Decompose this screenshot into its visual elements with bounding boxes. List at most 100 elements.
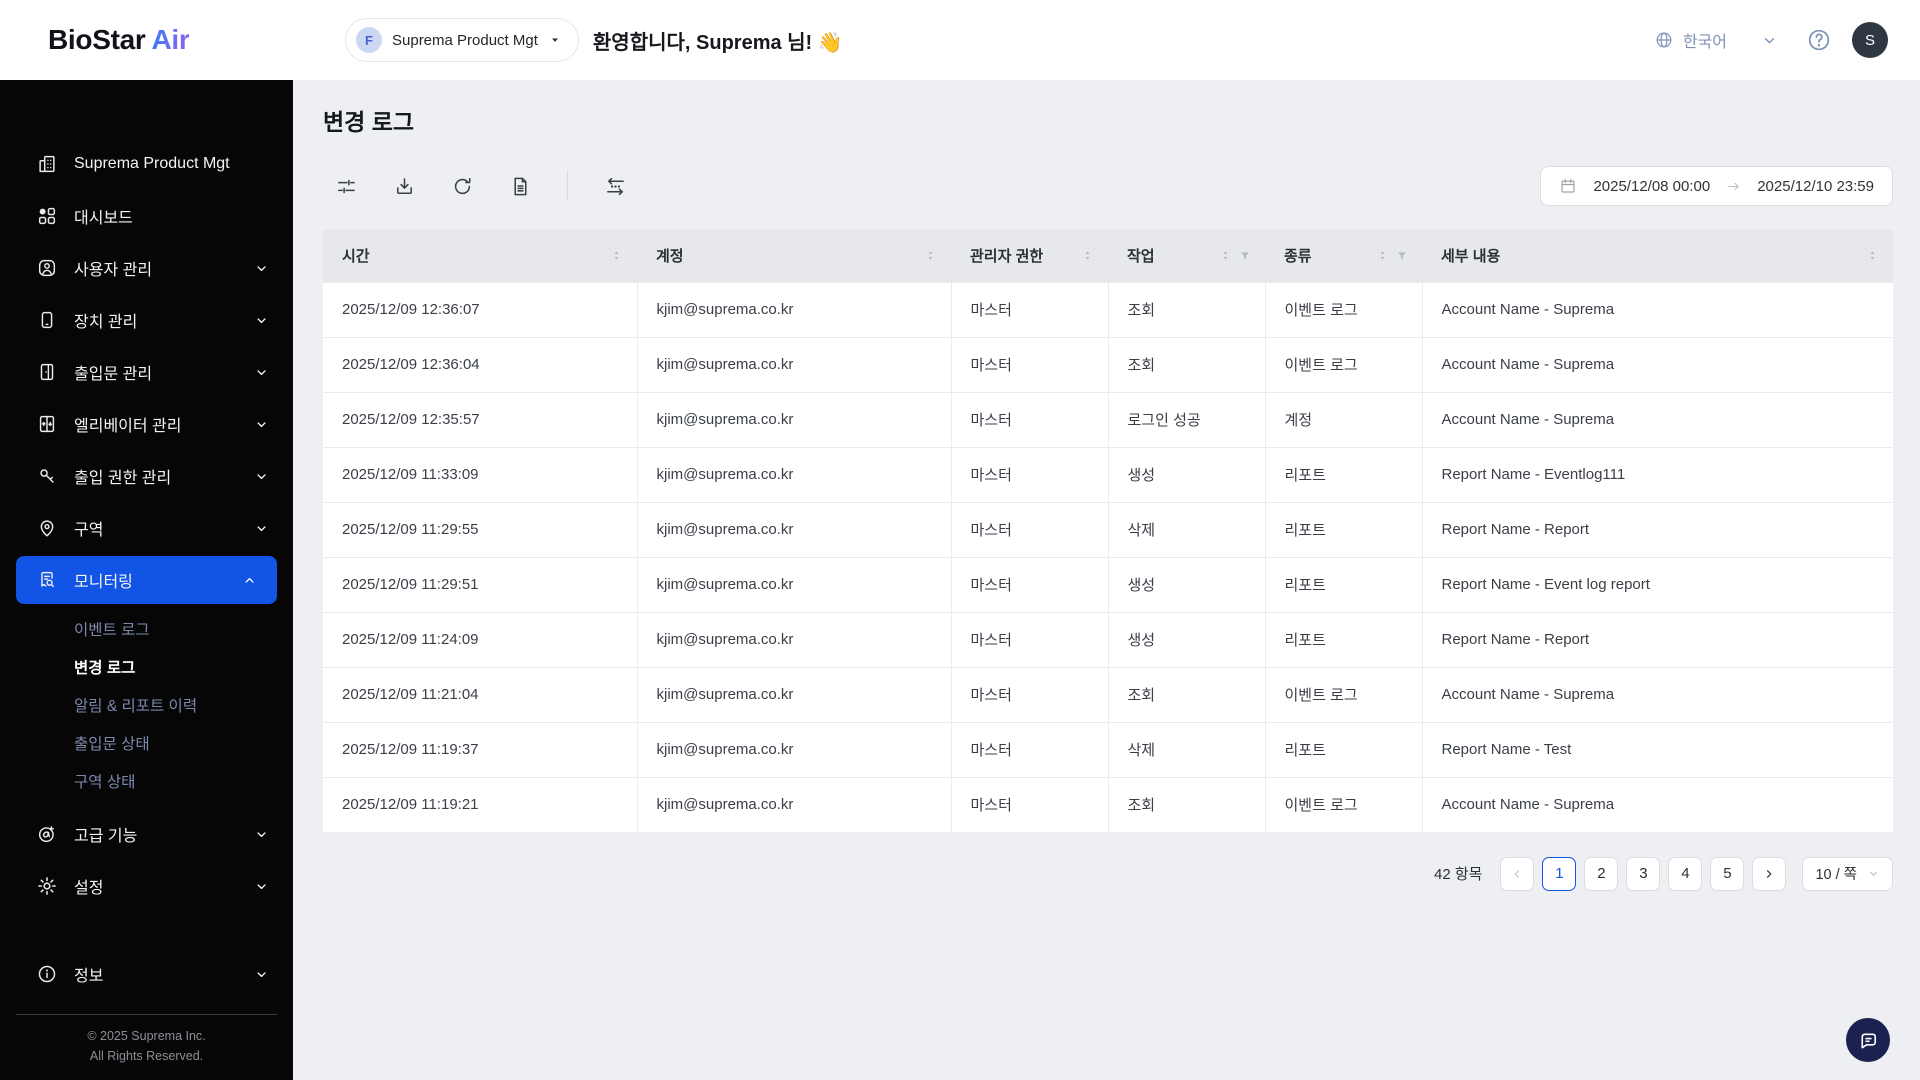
date-to: 2025/12/10 23:59 [1757,177,1874,195]
sidebar-subitem-zone-status[interactable]: 구역 상태 [0,762,293,800]
help-icon[interactable] [1806,27,1832,53]
column-swap-icon [604,175,627,198]
table-cell: 마스터 [951,667,1109,723]
sort-icon[interactable] [610,249,623,262]
chevron-down-icon[interactable] [1761,32,1778,49]
column-header[interactable]: 관리자 권한 [951,230,1108,282]
page-button-5[interactable]: 5 [1710,856,1745,891]
sidebar-item-label: 모니터링 [74,574,133,591]
page-size-label: 10 / 쪽 [1815,867,1857,883]
sort-icon[interactable] [924,249,937,262]
page-button-4[interactable]: 4 [1668,856,1703,891]
alpha-plus-icon [36,823,58,845]
chevron-down-icon [254,879,269,894]
column-header[interactable]: 세부 내용 [1422,230,1893,282]
table-cell: 이벤트 로그 [1265,281,1423,338]
sidebar-item-settings[interactable]: 설정 [0,860,293,912]
toolbar-buttons [323,166,638,206]
filter-icon[interactable] [1396,250,1408,262]
sidebar-item-user-management[interactable]: 사용자 관리 [0,242,293,294]
table-cell: 조회 [1108,337,1266,393]
chat-icon [1857,1029,1880,1052]
chat-button[interactable] [1846,1018,1890,1062]
sidebar-item-zone[interactable]: 구역 [0,502,293,554]
sidebar-item-monitoring[interactable]: 모니터링 [16,556,277,604]
elevator-icon [36,413,58,435]
table-cell: 2025/12/09 12:36:04 [323,337,638,393]
sidebar-item-device-management[interactable]: 장치 관리 [0,294,293,346]
report-icon [509,175,532,198]
sidebar-item-label: 대시보드 [74,210,133,227]
main-content: 변경 로그 2025/12/08 00:00 2025/12/10 23:59 … [293,80,1920,1080]
column-header[interactable]: 계정 [637,230,951,282]
sidebar: Suprema Product Mgt 대시보드사용자 관리장치 관리출입문 관리… [0,80,293,1080]
sidebar-nav: Suprema Product Mgt 대시보드사용자 관리장치 관리출입문 관리… [0,138,293,912]
column-header[interactable]: 종류 [1265,230,1422,282]
gear-icon [36,875,58,897]
sort-icon[interactable] [1219,249,1232,262]
table-cell: kjim@suprema.co.kr [637,447,952,503]
copyright-line2: All Rights Reserved. [89,1048,204,1063]
table-cell: 마스터 [951,777,1109,833]
arrow-right-icon [1726,179,1741,194]
sidebar-subitem-event-log[interactable]: 이벤트 로그 [0,610,293,648]
sidebar-item-info[interactable]: 정보 [0,948,293,1000]
sidebar-subitem-alert-report-history[interactable]: 알림 & 리포트 이력 [0,686,293,724]
chevron-down-icon [254,365,269,380]
filter-icon[interactable] [1239,250,1251,262]
table-cell: kjim@suprema.co.kr [637,777,952,833]
date-range-picker[interactable]: 2025/12/08 00:00 2025/12/10 23:59 [1540,166,1893,206]
sidebar-item-door-management[interactable]: 출입문 관리 [0,346,293,398]
table-cell: Report Name - Test [1422,722,1893,778]
organization-selector[interactable]: F Suprema Product Mgt [345,18,579,62]
table-cell: Account Name - Suprema [1422,337,1893,393]
date-from: 2025/12/08 00:00 [1593,177,1711,195]
refresh-button[interactable] [439,166,485,206]
sort-icon[interactable] [1081,249,1094,262]
table-cell: 이벤트 로그 [1265,337,1423,393]
logo-text-secondary: Air [151,24,190,55]
sidebar-item-suprema-product-mgt[interactable]: Suprema Product Mgt [0,138,293,190]
language-selector[interactable]: 한국어 [1654,28,1727,52]
sidebar-item-elevator-management[interactable]: 엘리베이터 관리 [0,398,293,450]
sidebar-item-advanced-features[interactable]: 고급 기능 [0,808,293,860]
device-icon [36,309,58,331]
page-button-2[interactable]: 2 [1584,856,1619,891]
column-header[interactable]: 시간 [323,230,637,282]
sidebar-subitem-change-log[interactable]: 변경 로그 [0,648,293,686]
table-cell: 2025/12/09 11:29:51 [323,557,638,613]
sort-icon[interactable] [1376,249,1389,262]
sidebar-item-access-permission[interactable]: 출입 권한 관리 [0,450,293,502]
avatar-initial: S [1864,31,1875,49]
sidebar-subitem-door-status[interactable]: 출입문 상태 [0,724,293,762]
report-button[interactable] [497,166,543,206]
table-cell: 2025/12/09 11:21:04 [323,667,638,723]
table-cell: 2025/12/09 11:33:09 [323,447,638,503]
column-settings-button[interactable] [592,166,638,206]
table-cell: 2025/12/09 11:24:09 [323,612,638,668]
sidebar-item-dashboard[interactable]: 대시보드 [0,190,293,242]
filter-settings-button[interactable] [323,166,369,206]
chevron-down-icon [254,521,269,536]
page-button-1[interactable]: 1 [1542,856,1577,891]
table-cell: kjim@suprema.co.kr [637,502,952,558]
page-size-select[interactable]: 10 / 쪽 [1802,856,1893,891]
table-cell: 2025/12/09 11:19:21 [323,777,638,833]
prev-page-button[interactable] [1500,856,1535,891]
language-label: 한국어 [1682,34,1727,51]
avatar[interactable]: S [1852,22,1888,58]
sidebar-item-label: 엘리베이터 관리 [74,418,182,435]
page-button-3[interactable]: 3 [1626,856,1661,891]
chevron-down-icon [254,417,269,432]
sidebar-submenu: 이벤트 로그 변경 로그 알림 & 리포트 이력 출입문 상태 구역 상태 [0,606,293,808]
next-page-button[interactable] [1752,856,1787,891]
download-button[interactable] [381,166,427,206]
refresh-icon [451,175,474,198]
chevron-down-icon [254,469,269,484]
table-row: 2025/12/09 12:36:04 kjim@suprema.co.kr 마스터… [323,337,1893,393]
sort-icon[interactable] [1866,249,1879,262]
sidebar-item-label: 장치 관리 [74,314,138,331]
calendar-icon [1559,177,1577,195]
column-header[interactable]: 작업 [1108,230,1265,282]
column-label: 관리자 권한 [970,248,1044,266]
